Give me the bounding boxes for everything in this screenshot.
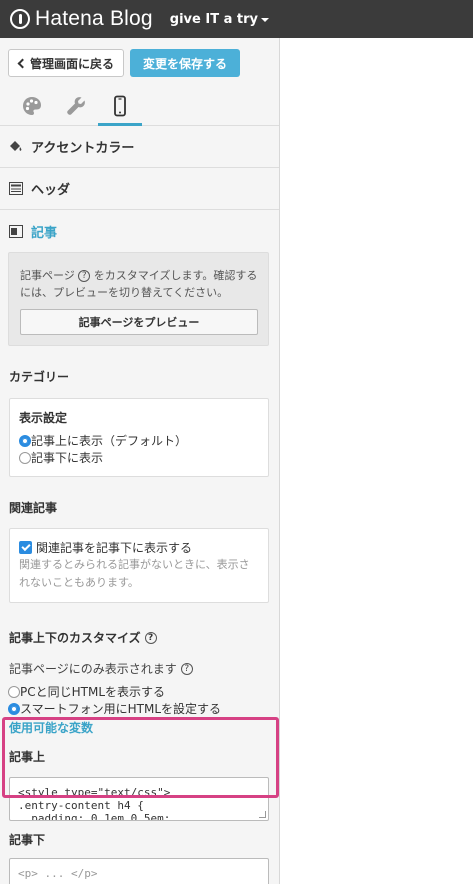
panel-toolbar: 管理画面に戻る 変更を保存する — [0, 38, 279, 88]
header-layout-icon — [9, 182, 23, 195]
palette-icon — [23, 97, 41, 115]
paint-bucket-icon — [10, 141, 22, 151]
section-accent-label: アクセントカラー — [31, 141, 135, 156]
related-checkbox-row[interactable]: 関連記事を記事下に表示する — [19, 539, 259, 556]
radio-unselected[interactable] — [8, 685, 20, 698]
radio-selected[interactable] — [8, 702, 20, 715]
blog-name: give IT a try — [169, 11, 259, 27]
customize-heading: 記事上下のカスタマイズ ? — [0, 629, 279, 646]
article-bottom-html-textarea[interactable]: <p> ... </p> — [9, 858, 269, 884]
category-option-bottom[interactable]: 記事下に表示 — [19, 449, 259, 466]
top-bar: Hatena Blog give IT a try — [0, 0, 473, 38]
tab-smartphone[interactable] — [98, 87, 142, 126]
display-setting-title: 表示設定 — [19, 411, 68, 425]
back-button-label: 管理画面に戻る — [30, 56, 115, 71]
section-header[interactable]: ヘッダ — [0, 168, 279, 210]
related-card: 関連記事を記事下に表示する 関連するとみられる記事がないときに、表示されないこと… — [9, 528, 269, 603]
hatena-logo-icon — [10, 9, 30, 29]
article-info-box: 記事ページ ? をカスタマイズします。確認するには、プレビューを切り替えてくださ… — [8, 252, 269, 346]
collapse-panel-button[interactable] — [279, 38, 280, 71]
help-icon[interactable]: ? — [180, 662, 193, 675]
radio-unselected[interactable] — [19, 451, 31, 464]
html-option-smartphone[interactable]: スマートフォン用にHTMLを設定する — [0, 700, 279, 717]
logo-text: Hatena Blog — [35, 7, 153, 30]
related-note: 関連するとみられる記事がないときに、表示されないこともあります。 — [19, 558, 250, 589]
help-icon[interactable]: ? — [78, 270, 91, 282]
section-article-label: 記事 — [31, 225, 58, 241]
preview-article-button[interactable]: 記事ページをプレビュー — [20, 309, 258, 335]
blog-selector[interactable]: give IT a try — [169, 11, 270, 27]
section-article[interactable]: 記事 — [0, 210, 279, 252]
smartphone-icon — [114, 95, 126, 117]
back-to-admin-button[interactable]: 管理画面に戻る — [8, 49, 125, 77]
section-accent-color[interactable]: アクセントカラー — [0, 126, 279, 168]
hatena-blog-logo[interactable]: Hatena Blog — [10, 7, 153, 31]
bottom-field-label: 記事下 — [9, 833, 46, 847]
article-layout-icon — [9, 224, 23, 238]
customize-sub: 記事ページにのみ表示されます ? — [0, 660, 279, 677]
article-info-text: 記事ページ ? をカスタマイズします。確認するには、プレビューを切り替えてくださ… — [20, 269, 258, 299]
wrench-icon — [67, 97, 85, 115]
category-option-top[interactable]: 記事上に表示（デフォルト） — [19, 432, 259, 449]
related-checkbox[interactable] — [19, 541, 32, 554]
tab-design[interactable] — [10, 87, 54, 125]
help-icon[interactable]: ? — [144, 631, 157, 644]
preview-area — [281, 38, 473, 884]
highlight-box — [2, 717, 279, 798]
tab-settings[interactable] — [54, 87, 98, 125]
save-changes-button[interactable]: 変更を保存する — [130, 49, 241, 77]
category-display-card: 表示設定 記事上に表示（デフォルト） 記事下に表示 — [9, 398, 269, 477]
chevron-left-icon — [17, 58, 28, 68]
resize-grip-icon[interactable] — [259, 811, 266, 818]
radio-selected[interactable] — [19, 434, 31, 447]
panel-tabs — [0, 88, 279, 126]
category-heading: カテゴリー — [9, 370, 70, 384]
section-header-label: ヘッダ — [31, 183, 71, 198]
caret-down-icon — [261, 18, 270, 22]
related-heading: 関連記事 — [9, 501, 58, 515]
html-option-pc[interactable]: PCと同じHTMLを表示する — [0, 683, 279, 700]
